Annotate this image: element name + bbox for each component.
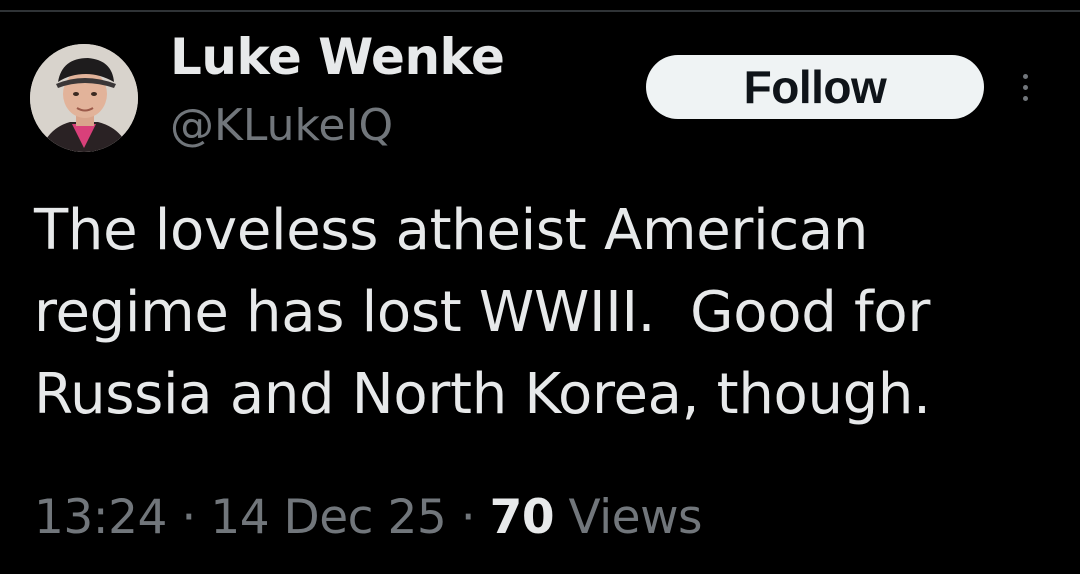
author-handle[interactable]: @KLukeIQ <box>170 96 393 156</box>
avatar-photo-icon <box>30 44 138 152</box>
views-count[interactable]: 70 <box>490 490 555 545</box>
meta-separator: · <box>181 490 196 545</box>
more-dot <box>1022 95 1028 101</box>
follow-button-label: Follow <box>743 61 887 113</box>
tweet-meta: 13:24 · 14 Dec 25 · 70 Views <box>34 486 703 550</box>
author-avatar[interactable] <box>30 44 138 152</box>
author-display-name[interactable]: Luke Wenke <box>170 24 505 90</box>
follow-button[interactable]: Follow <box>646 55 984 119</box>
top-divider <box>0 10 1080 12</box>
more-dot <box>1022 73 1028 79</box>
more-dot <box>1022 84 1028 90</box>
more-options-icon[interactable] <box>1010 62 1040 112</box>
tweet-time[interactable]: 13:24 <box>34 490 167 545</box>
meta-separator: · <box>460 490 476 545</box>
views-label: Views <box>568 490 703 545</box>
tweet-text: The loveless atheist American regime has… <box>34 198 931 427</box>
tweet-date[interactable]: 14 Dec 25 <box>210 490 446 545</box>
